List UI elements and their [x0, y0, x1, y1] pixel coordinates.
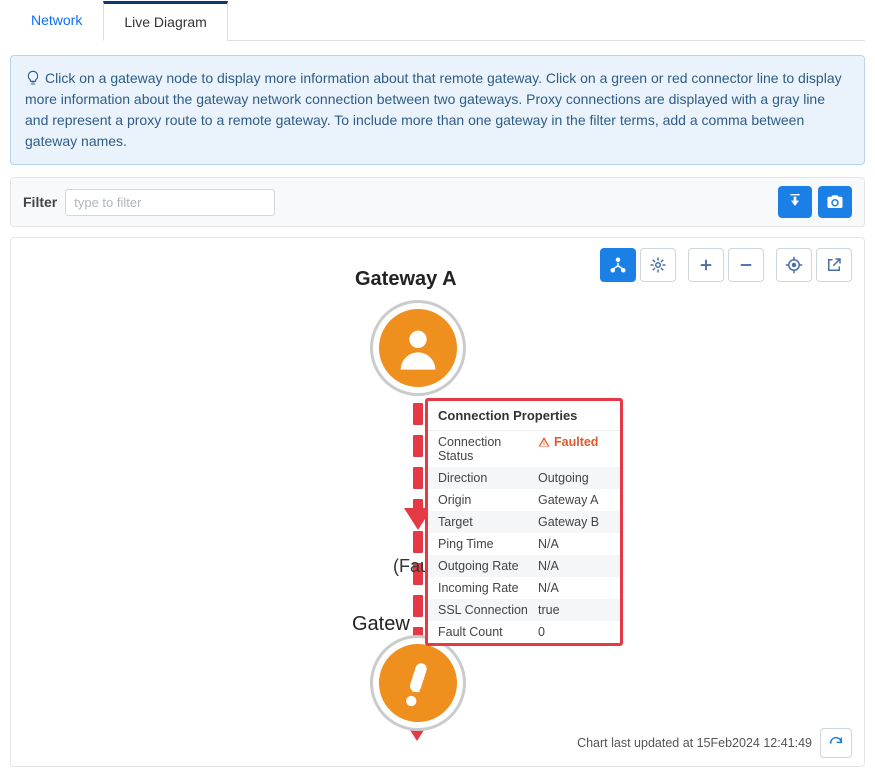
popup-row: Ping TimeN/A [428, 533, 620, 555]
popup-row-key: Connection Status [438, 435, 538, 463]
tree-layout-icon [609, 256, 627, 274]
diagram-panel[interactable]: Gateway A (Fault Gatew Connection Proper… [10, 237, 865, 767]
user-icon [392, 322, 444, 374]
popup-row-value: N/A [538, 559, 610, 573]
popup-row-value: Gateway A [538, 493, 610, 507]
popup-title: Connection Properties [428, 401, 620, 431]
popup-row: Outgoing RateN/A [428, 555, 620, 577]
popup-row: Connection StatusFaulted [428, 431, 620, 467]
zoom-out-icon [737, 256, 755, 274]
popup-row-key: SSL Connection [438, 603, 538, 617]
filter-label: Filter [23, 194, 57, 210]
filter-input[interactable] [65, 189, 275, 216]
popup-row: DirectionOutgoing [428, 467, 620, 489]
gateway-node-a[interactable] [373, 303, 463, 393]
popup-row: Fault Count0 [428, 621, 620, 643]
locate-button[interactable] [776, 248, 812, 282]
popup-row-value: Outgoing [538, 471, 610, 485]
camera-button[interactable] [818, 186, 852, 218]
center-button[interactable] [640, 248, 676, 282]
popout-icon [825, 256, 843, 274]
popup-row-key: Ping Time [438, 537, 538, 551]
popup-row-value: true [538, 603, 610, 617]
tab-live-diagram[interactable]: Live Diagram [103, 1, 227, 41]
download-button[interactable] [778, 186, 812, 218]
lightbulb-icon [25, 70, 41, 86]
locate-icon [785, 256, 803, 274]
popup-row: OriginGateway A [428, 489, 620, 511]
refresh-button[interactable] [820, 728, 852, 758]
refresh-icon [828, 735, 844, 751]
zoom-in-button[interactable] [688, 248, 724, 282]
connection-properties-popup: Connection Properties Connection StatusF… [425, 398, 623, 646]
alert-icon [391, 656, 445, 710]
popup-row: Incoming RateN/A [428, 577, 620, 599]
popup-row-key: Incoming Rate [438, 581, 538, 595]
popup-row: SSL Connectiontrue [428, 599, 620, 621]
popout-button[interactable] [816, 248, 852, 282]
gateway-node-b[interactable] [373, 638, 463, 728]
download-icon [787, 194, 803, 210]
tab-network[interactable]: Network [10, 1, 103, 41]
camera-icon [826, 193, 844, 211]
popup-row: TargetGateway B [428, 511, 620, 533]
tree-layout-button[interactable] [600, 248, 636, 282]
diagram-toolbar [600, 248, 852, 282]
info-text: Click on a gateway node to display more … [25, 70, 842, 149]
popup-row-value: Faulted [538, 435, 610, 463]
zoom-in-icon [697, 256, 715, 274]
zoom-out-button[interactable] [728, 248, 764, 282]
node-title-a: Gateway A [355, 268, 457, 291]
popup-row-value: 0 [538, 625, 610, 639]
popup-row-value: N/A [538, 581, 610, 595]
info-callout: Click on a gateway node to display more … [10, 55, 865, 165]
popup-row-key: Direction [438, 471, 538, 485]
node-title-b: Gatew [352, 613, 410, 636]
center-icon [649, 256, 667, 274]
popup-row-key: Fault Count [438, 625, 538, 639]
popup-row-value: Gateway B [538, 515, 610, 529]
tab-bar: Network Live Diagram [10, 0, 865, 41]
popup-row-key: Outgoing Rate [438, 559, 538, 573]
popup-row-key: Origin [438, 493, 538, 507]
panel-footer: Chart last updated at 15Feb2024 12:41:49 [577, 728, 852, 758]
filter-bar: Filter [10, 177, 865, 227]
footer-text: Chart last updated at 15Feb2024 12:41:49 [577, 736, 812, 750]
popup-row-key: Target [438, 515, 538, 529]
popup-row-value: N/A [538, 537, 610, 551]
